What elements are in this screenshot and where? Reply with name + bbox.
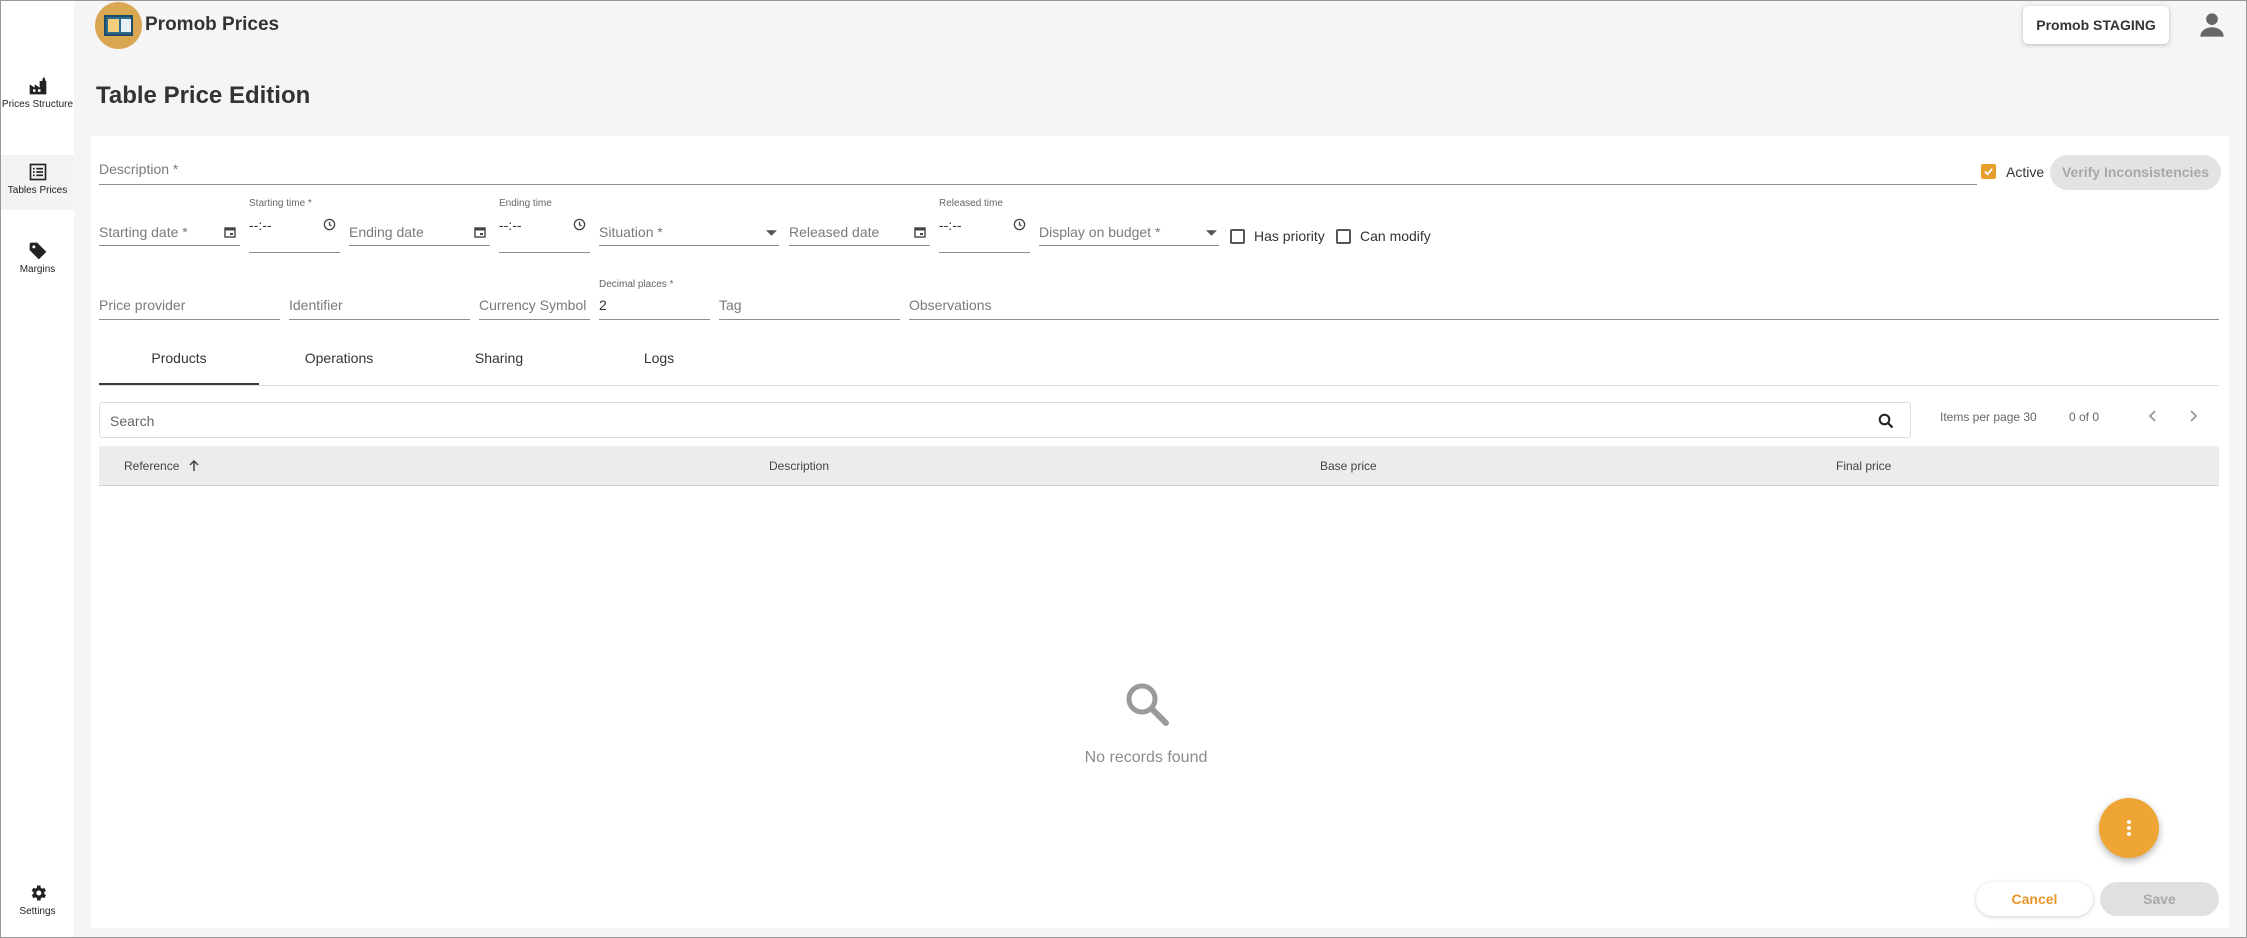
ending-time-label: Ending time [499,198,552,209]
caret-down-icon [1206,230,1217,236]
description-placeholder: Description * [99,161,179,177]
has-priority-checkbox[interactable] [1230,229,1245,244]
app-logo[interactable] [95,2,142,49]
ending-date-field[interactable]: Ending date [349,214,490,246]
form-card [91,136,2229,928]
active-label: Active [2006,164,2045,180]
released-time-label: Released time [939,198,1003,209]
identifier-field[interactable]: Identifier [289,290,470,320]
released-date-placeholder: Released date [789,224,880,240]
tab-sharing[interactable]: Sharing [419,350,579,366]
sidebar-item-settings[interactable]: Settings [1,883,74,923]
active-tab-indicator [99,383,259,385]
column-header-final-price[interactable]: Final price [1836,459,1891,473]
clock-icon[interactable] [573,218,586,231]
check-icon [1984,168,1993,176]
table-header: Reference Description Base price Final p… [99,446,2219,486]
price-provider-field[interactable]: Price provider [99,290,280,320]
column-header-description[interactable]: Description [769,459,829,473]
app-title: Promob Prices [145,14,280,35]
starting-time-field[interactable]: Starting time * --:-- [249,198,340,253]
currency-symbol-field[interactable]: Currency Symbol [479,290,590,320]
chevron-right-icon[interactable] [2184,407,2202,425]
ending-date-placeholder: Ending date [349,224,424,240]
released-time-value: --:-- [939,217,962,233]
clock-icon[interactable] [1013,218,1026,231]
situation-select[interactable]: Situation * [599,214,779,246]
starting-date-field[interactable]: Starting date * [99,214,240,246]
calendar-icon[interactable] [914,226,926,238]
identifier-placeholder: Identifier [289,297,343,313]
sidebar-item-tables-prices[interactable]: Tables Prices [1,155,74,210]
observations-field[interactable]: Observations [909,290,2219,320]
cancel-button[interactable]: Cancel [1976,882,2093,916]
tab-logs[interactable]: Logs [579,350,739,366]
description-field[interactable]: Description * [99,155,1977,185]
save-button[interactable]: Save [2100,882,2219,916]
page-range: 0 of 0 [2069,410,2100,424]
environment-button[interactable]: Promob STAGING [2023,6,2169,44]
starting-date-placeholder: Starting date * [99,224,188,240]
sidebar-item-prices-structure[interactable]: Prices Structure [1,76,74,131]
ending-time-field[interactable]: Ending time --:-- [499,198,590,253]
chevron-left-icon[interactable] [2144,407,2162,425]
can-modify-checkbox[interactable] [1336,229,1351,244]
more-actions-fab[interactable] [2099,798,2159,858]
gear-icon [31,885,46,901]
released-time-field[interactable]: Released time --:-- [939,198,1030,253]
currency-symbol-placeholder: Currency Symbol [479,297,587,313]
ending-time-value: --:-- [499,217,522,233]
sidebar: Prices Structure Tables Prices Margins S… [1,1,74,937]
sidebar-item-label: Prices Structure [1,99,74,110]
released-date-field[interactable]: Released date [789,214,930,246]
display-on-budget-select[interactable]: Display on budget * [1039,214,1219,246]
calendar-icon[interactable] [224,226,236,238]
items-per-page[interactable]: Items per page 30 [1940,410,2037,424]
observations-placeholder: Observations [909,297,992,313]
column-label: Reference [124,459,180,473]
user-account-icon[interactable] [2198,11,2226,39]
tab-operations[interactable]: Operations [259,350,419,366]
search-icon[interactable] [1878,413,1894,429]
clock-icon[interactable] [323,218,336,231]
price-provider-placeholder: Price provider [99,297,186,313]
products-search-input[interactable]: Search [99,402,1911,438]
sidebar-item-label: Settings [19,906,56,917]
decimal-places-value: 2 [599,297,607,313]
sidebar-item-margins[interactable]: Margins [1,241,74,286]
search-placeholder: Search [110,413,155,429]
more-vert-icon [2127,820,2131,824]
has-priority-label: Has priority [1254,228,1325,244]
tab-products[interactable]: Products [99,350,259,366]
page-title: Table Price Edition [96,82,311,109]
situation-placeholder: Situation * [599,224,663,240]
starting-time-label: Starting time * [249,198,312,209]
sidebar-item-label: Margins [19,264,56,275]
factory-icon [29,77,46,95]
starting-time-value: --:-- [249,217,272,233]
column-header-reference[interactable]: Reference [124,459,199,473]
display-on-budget-placeholder: Display on budget * [1039,224,1161,240]
calendar-icon[interactable] [474,226,486,238]
decimal-places-field[interactable]: Decimal places * 2 [599,279,710,320]
sidebar-item-label: Tables Prices [7,185,68,196]
column-header-base-price[interactable]: Base price [1320,459,1377,473]
can-modify-label: Can modify [1360,228,1431,244]
tabs-divider [99,385,2219,386]
active-checkbox[interactable] [1981,164,1996,179]
tag-icon [29,242,46,260]
table-list-icon [29,163,46,181]
empty-state-text: No records found [1084,749,1208,766]
caret-down-icon [766,230,777,236]
sort-arrow-up-icon [189,459,199,471]
search-empty-icon [1126,683,1169,726]
decimal-places-label: Decimal places * [599,279,674,290]
tag-field[interactable]: Tag [719,290,900,320]
logo-mark [104,15,133,36]
tag-placeholder: Tag [719,297,742,313]
verify-inconsistencies-button[interactable]: Verify Inconsistencies [2050,155,2221,190]
